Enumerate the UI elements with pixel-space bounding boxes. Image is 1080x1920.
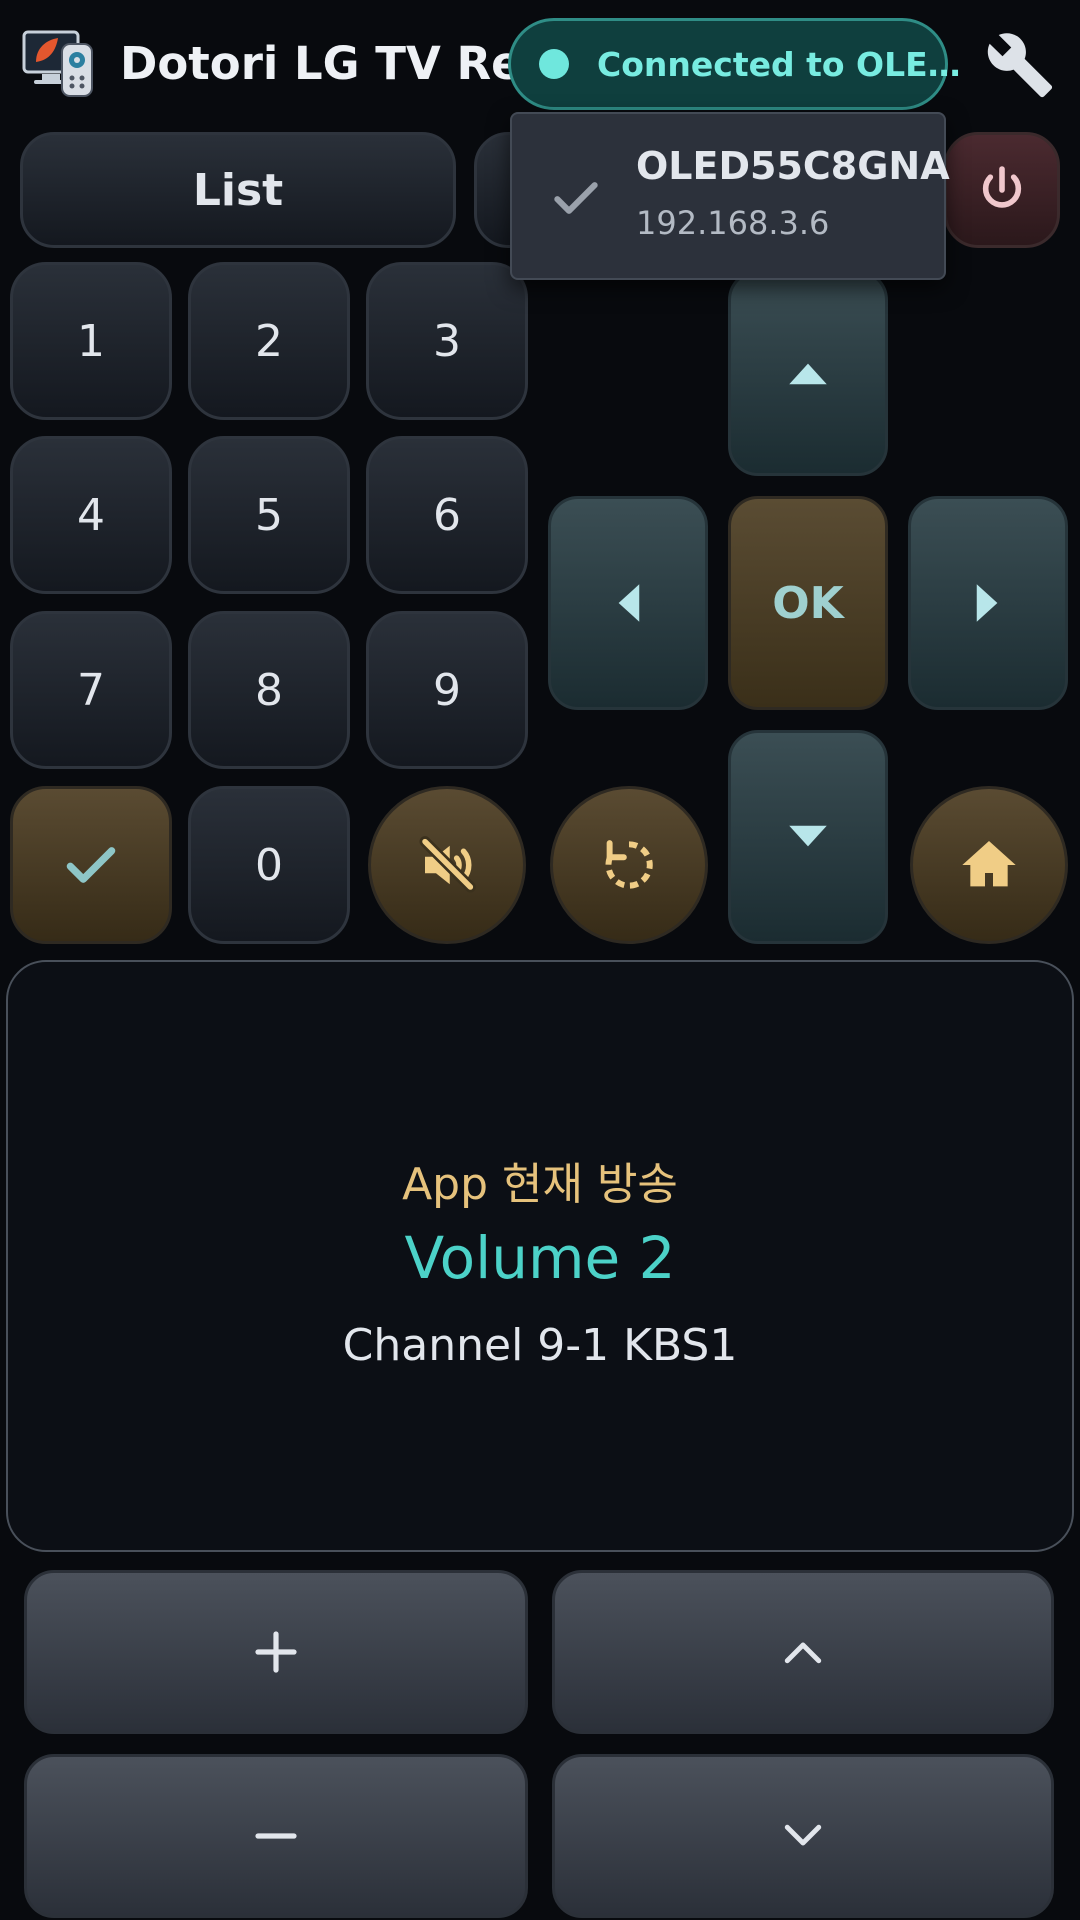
status-dot-icon — [539, 49, 569, 79]
app-logo-icon — [22, 28, 98, 98]
caret-up-icon — [789, 363, 827, 385]
num-key-8[interactable]: 8 — [188, 611, 350, 769]
current-app-text: App 현재 방송 — [402, 1159, 678, 1210]
list-button[interactable]: List — [20, 132, 456, 248]
num-key-5[interactable]: 5 — [188, 436, 350, 594]
confirm-button[interactable] — [10, 786, 172, 944]
check-icon — [554, 182, 598, 214]
dpad-left-button[interactable] — [548, 496, 708, 710]
chevron-down-icon — [784, 1824, 822, 1846]
num-key-0[interactable]: 0 — [188, 786, 350, 944]
mute-button[interactable] — [368, 786, 526, 944]
volume-up-button[interactable] — [24, 1570, 528, 1734]
check-icon — [66, 847, 116, 883]
connection-status-button[interactable]: Connected to OLE… — [508, 18, 961, 110]
wrench-icon[interactable] — [985, 30, 1055, 100]
device-name: OLED55C8GNA — [636, 144, 950, 188]
num-key-7[interactable]: 7 — [10, 611, 172, 769]
caret-down-icon — [789, 825, 827, 847]
caret-left-icon — [618, 584, 640, 622]
home-icon — [962, 841, 1016, 887]
num-key-4[interactable]: 4 — [10, 436, 172, 594]
num-key-3[interactable]: 3 — [366, 262, 528, 420]
dpad-down-button[interactable] — [728, 730, 888, 944]
num-key-1[interactable]: 1 — [10, 262, 172, 420]
app-title: Dotori LG TV Re… — [120, 37, 567, 90]
home-button[interactable] — [910, 786, 1068, 944]
power-icon — [982, 166, 1022, 208]
replay-button[interactable] — [550, 786, 708, 944]
channel-text: Channel 9-1 KBS1 — [342, 1320, 738, 1371]
dpad-up-button[interactable] — [728, 270, 888, 476]
device-ip: 192.168.3.6 — [636, 204, 830, 242]
minus-icon — [255, 1833, 297, 1839]
volume-down-button[interactable] — [24, 1754, 528, 1918]
replay-icon — [605, 840, 653, 889]
channel-up-button[interactable] — [552, 1570, 1054, 1734]
num-key-2[interactable]: 2 — [188, 262, 350, 420]
volume-mute-icon — [419, 836, 476, 893]
volume-text: Volume 2 — [404, 1224, 676, 1292]
caret-right-icon — [976, 584, 998, 622]
power-button[interactable] — [944, 132, 1060, 248]
chevron-up-icon — [784, 1642, 822, 1664]
num-key-9[interactable]: 9 — [366, 611, 528, 769]
channel-down-button[interactable] — [552, 1754, 1054, 1918]
dpad-right-button[interactable] — [908, 496, 1068, 710]
info-panel: App 현재 방송 Volume 2 Channel 9-1 KBS1 — [6, 960, 1074, 1552]
device-dropdown: OLED55C8GNA 192.168.3.6 — [510, 112, 950, 280]
num-key-6[interactable]: 6 — [366, 436, 528, 594]
device-option[interactable]: OLED55C8GNA 192.168.3.6 — [512, 114, 950, 278]
plus-icon — [255, 1631, 297, 1673]
ok-button[interactable]: OK — [728, 496, 888, 710]
connection-status-label: Connected to OLE… — [597, 44, 961, 84]
